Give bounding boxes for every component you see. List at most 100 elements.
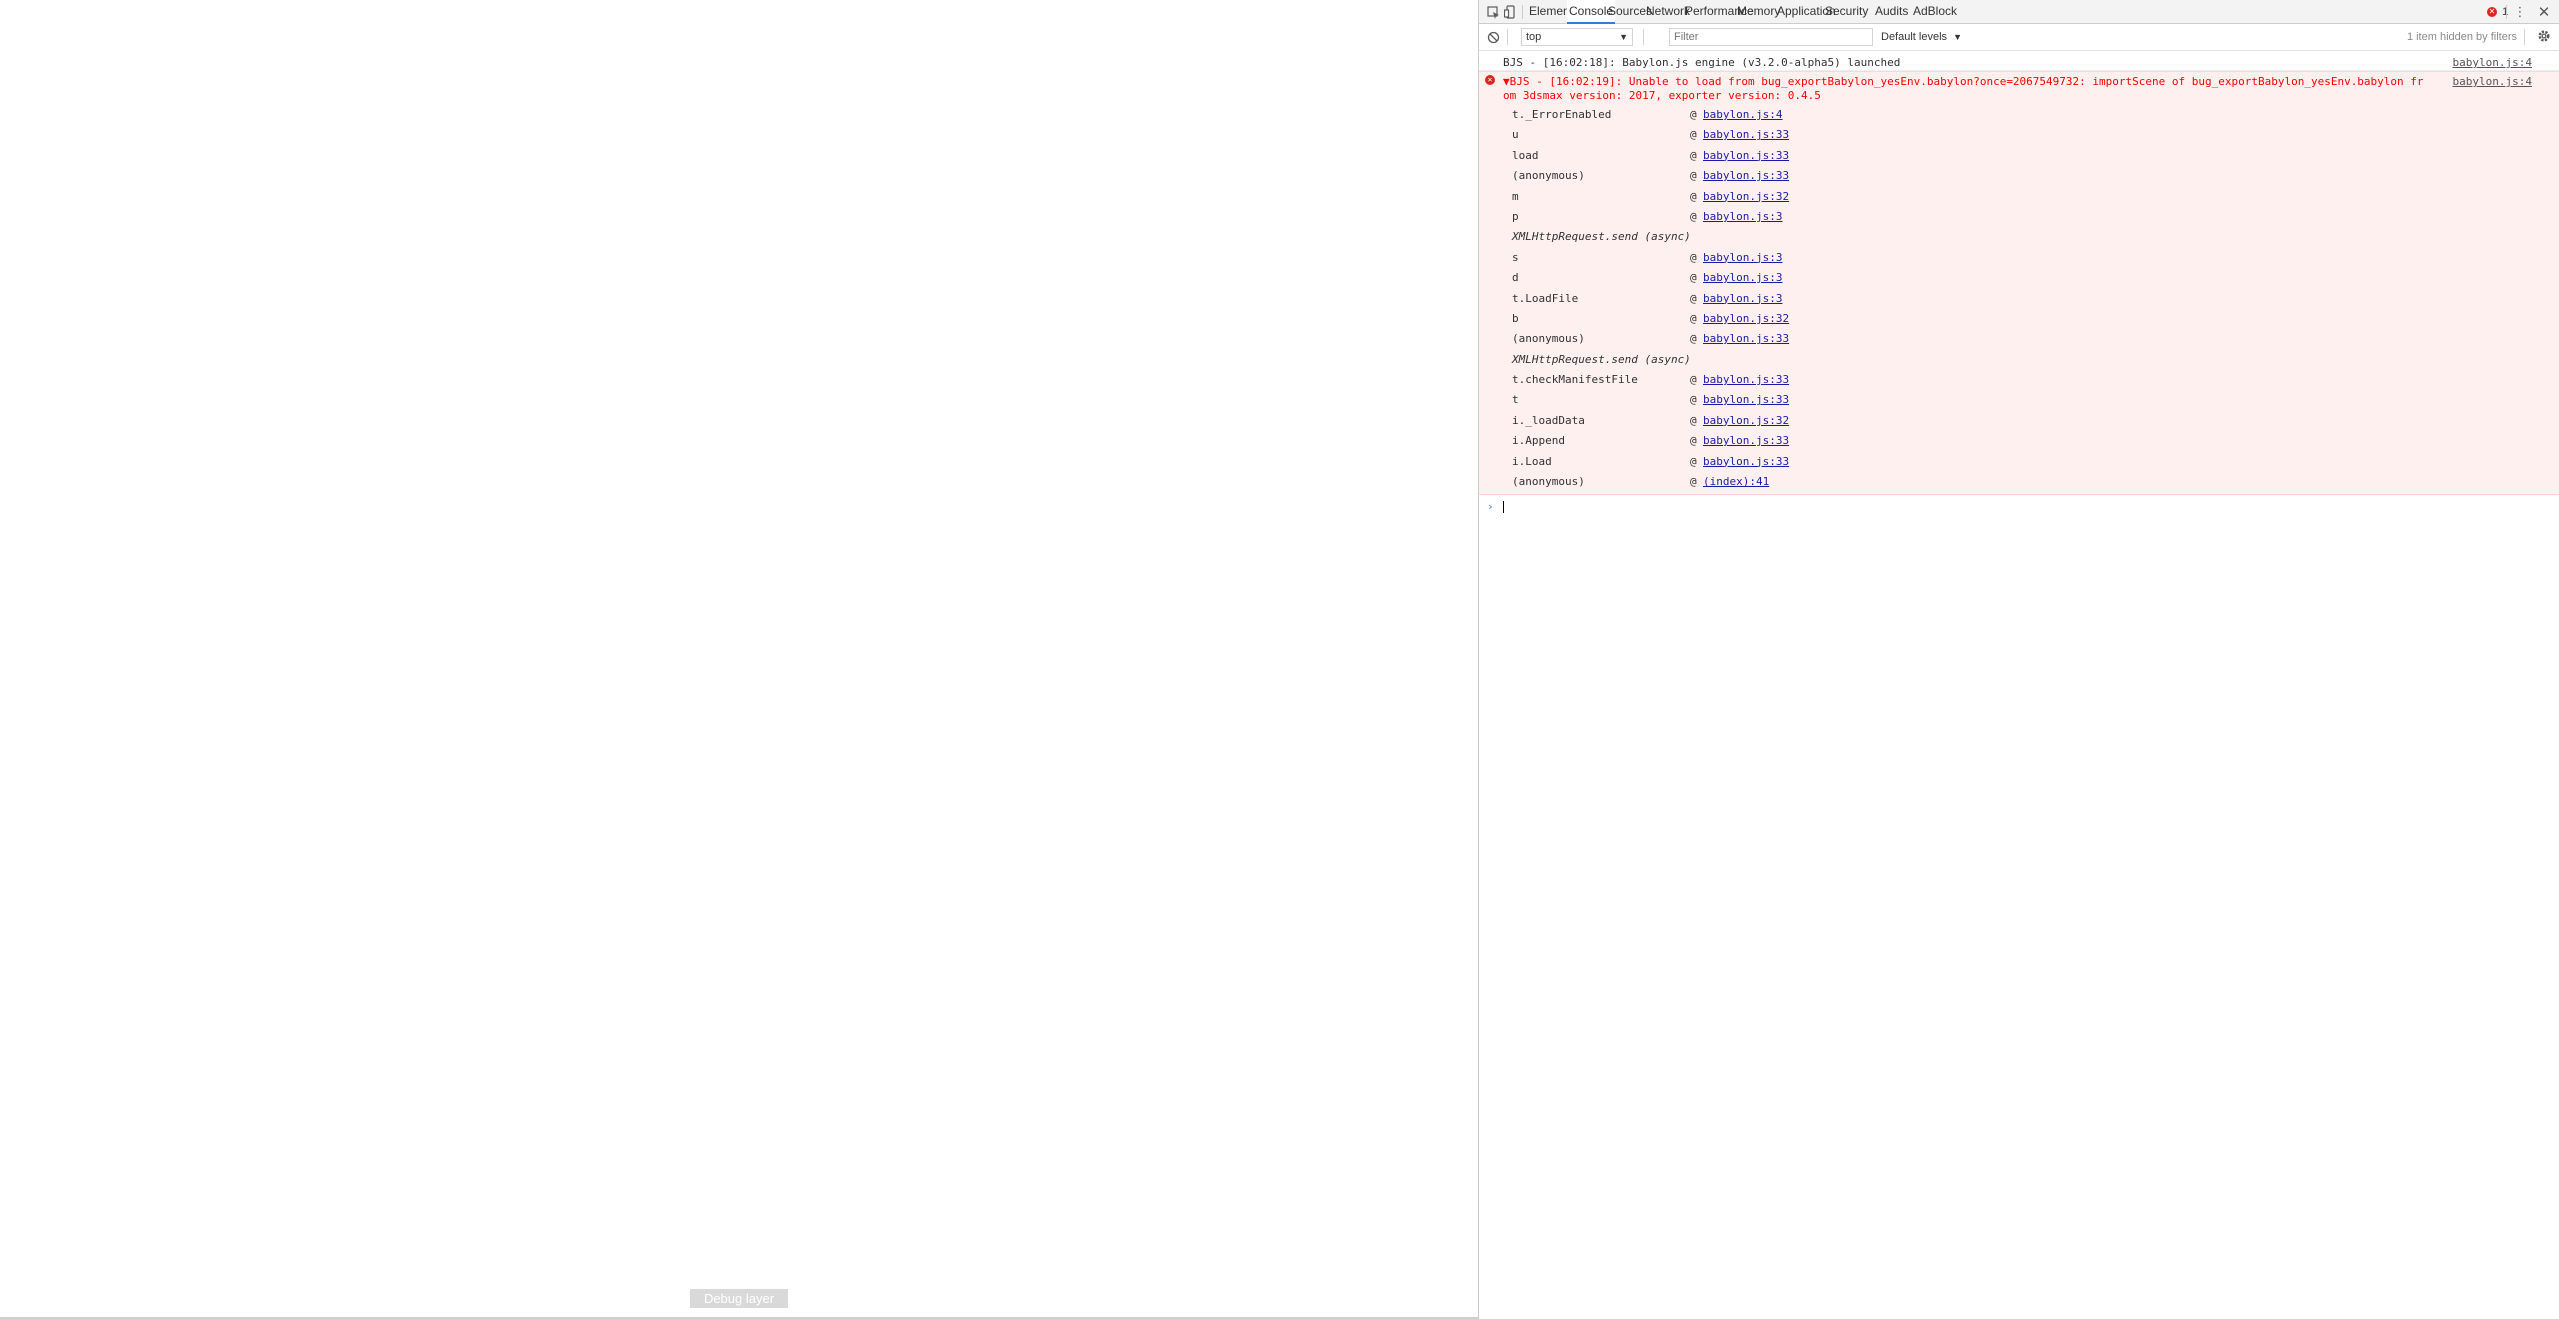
error-counter[interactable]: ✕ 1 <box>2487 5 2508 19</box>
more-vertical-icon[interactable]: ⋮ <box>2512 4 2528 20</box>
stack-frame: m @ babylon.js:32 <box>1479 187 2559 207</box>
frame-at: @ <box>1690 332 1697 346</box>
frame-at: @ <box>1690 148 1697 162</box>
error-source-link[interactable]: babylon.js:4 <box>2453 75 2532 89</box>
frame-function: t <box>1512 393 1519 407</box>
frame-source-link[interactable]: babylon.js:33 <box>1703 431 1789 451</box>
debug-layer-button[interactable]: Debug layer <box>690 1289 788 1308</box>
frame-source-link[interactable]: babylon.js:33 <box>1703 452 1789 472</box>
frame-function: i.Load <box>1512 454 1552 468</box>
error-text[interactable]: ▼BJS - [16:02:19]: Unable to load from b… <box>1479 72 2559 103</box>
frame-at: @ <box>1690 413 1697 427</box>
clear-console-icon[interactable] <box>1485 29 1501 45</box>
frame-function: p <box>1512 209 1519 223</box>
tab-security[interactable]: Security <box>1823 0 1870 23</box>
frame-function: (anonymous) <box>1512 332 1585 346</box>
frame-at: @ <box>1690 271 1697 285</box>
stack-frame: t._ErrorEnabled @ babylon.js:4 <box>1479 105 2559 125</box>
async-label: XMLHttpRequest.send (async) <box>1512 352 1691 366</box>
error-circle-icon: ✕ <box>1485 75 1495 85</box>
stack-frame: p @ babylon.js:3 <box>1479 207 2559 227</box>
frame-at: @ <box>1690 311 1697 325</box>
stack-frame: d @ babylon.js:3 <box>1479 268 2559 288</box>
stack-frame: load @ babylon.js:33 <box>1479 146 2559 166</box>
stack-frame: s @ babylon.js:3 <box>1479 248 2559 268</box>
stack-frame: b @ babylon.js:32 <box>1479 309 2559 329</box>
tab-adblock[interactable]: AdBlock <box>1911 0 1959 23</box>
filter-input[interactable] <box>1669 28 1873 46</box>
async-label: XMLHttpRequest.send (async) <box>1512 230 1691 244</box>
toolbar-divider <box>1643 29 1644 45</box>
chevron-down-icon: ▼ <box>1953 32 1963 42</box>
context-select[interactable]: top ▼ <box>1521 28 1633 46</box>
stack-frame: (anonymous) @ babylon.js:33 <box>1479 166 2559 186</box>
tab-audits[interactable]: Audits <box>1873 0 1910 23</box>
async-separator: XMLHttpRequest.send (async) <box>1479 227 2559 247</box>
frame-at: @ <box>1690 189 1697 203</box>
frame-at: @ <box>1690 209 1697 223</box>
stack-frame: i._loadData @ babylon.js:32 <box>1479 411 2559 431</box>
frame-function: t.LoadFile <box>1512 291 1579 305</box>
console-error-message: ✕ ▼BJS - [16:02:19]: Unable to load from… <box>1479 71 2559 496</box>
frame-at: @ <box>1690 128 1697 142</box>
frame-at: @ <box>1690 373 1697 387</box>
frame-function: t.checkManifestFile <box>1512 373 1638 387</box>
frame-function: i._loadData <box>1512 413 1585 427</box>
console-prompt[interactable]: › <box>1479 498 2559 516</box>
frame-source-link[interactable]: babylon.js:33 <box>1703 146 1789 166</box>
frame-function: s <box>1512 250 1519 264</box>
frame-function: u <box>1512 128 1519 142</box>
frame-source-link[interactable]: babylon.js:32 <box>1703 411 1789 431</box>
frame-source-link[interactable]: babylon.js:33 <box>1703 370 1789 390</box>
context-select-value: top <box>1526 31 1542 43</box>
toolbar-divider <box>2506 5 2507 19</box>
frame-at: @ <box>1690 291 1697 305</box>
log-text: BJS - [16:02:18]: Babylon.js engine (v3.… <box>1503 56 1901 69</box>
console-toolbar: top ▼ Default levels ▼ 1 item hidden by … <box>1479 24 2559 51</box>
frame-at: @ <box>1690 434 1697 448</box>
frame-source-link[interactable]: babylon.js:3 <box>1703 207 1782 227</box>
devtools-tabbar: Elements Console Sources Network Performance… <box>1479 0 2559 24</box>
frame-function: (anonymous) <box>1512 169 1585 183</box>
frame-source-link[interactable]: (index):41 <box>1703 472 1769 492</box>
log-levels-select[interactable]: Default levels ▼ <box>1881 28 1962 46</box>
log-source-link[interactable]: babylon.js:4 <box>2453 55 2532 70</box>
frame-source-link[interactable]: babylon.js:33 <box>1703 329 1789 349</box>
browser-window: Debug layer Elements Console Sources Networ… <box>0 0 2559 1319</box>
inspect-element-icon[interactable] <box>1485 4 1501 20</box>
stack-frame: t.LoadFile @ babylon.js:3 <box>1479 289 2559 309</box>
frame-at: @ <box>1690 250 1697 264</box>
frame-at: @ <box>1690 108 1697 121</box>
frame-source-link[interactable]: babylon.js:4 <box>1703 105 1782 125</box>
hidden-items-count: 1 item hidden by filters <box>2406 31 2517 43</box>
stack-frame: i.Append @ babylon.js:33 <box>1479 431 2559 451</box>
chevron-down-icon: ▼ <box>1619 32 1628 42</box>
text-caret <box>1503 501 1504 514</box>
frame-source-link[interactable]: babylon.js:33 <box>1703 390 1789 410</box>
frame-function: load <box>1512 148 1539 162</box>
page-viewport[interactable]: Debug layer <box>0 0 1478 1319</box>
prompt-chevron-icon: › <box>1487 500 1494 514</box>
frame-function: t._ErrorEnabled <box>1512 108 1612 121</box>
frame-source-link[interactable]: babylon.js:3 <box>1703 289 1782 309</box>
frame-source-link[interactable]: babylon.js:3 <box>1703 248 1782 268</box>
error-circle-icon: ✕ <box>2487 7 2497 18</box>
frame-source-link[interactable]: babylon.js:3 <box>1703 268 1782 288</box>
device-toolbar-icon[interactable] <box>1502 4 1518 20</box>
frame-source-link[interactable]: babylon.js:32 <box>1703 309 1789 329</box>
stack-frame: t.checkManifestFile @ babylon.js:33 <box>1479 370 2559 390</box>
close-icon[interactable]: ✕ <box>2536 3 2552 21</box>
frame-at: @ <box>1690 169 1697 183</box>
frame-function: d <box>1512 271 1519 285</box>
toolbar-divider <box>2524 29 2525 45</box>
frame-function: (anonymous) <box>1512 475 1585 489</box>
devtools-panel: Elements Console Sources Network Performance… <box>1478 0 2559 1319</box>
stack-frame: (anonymous) @ (index):41 <box>1479 472 2559 492</box>
frame-source-link[interactable]: babylon.js:32 <box>1703 187 1789 207</box>
gear-icon[interactable] <box>2536 28 2552 44</box>
frame-function: b <box>1512 311 1519 325</box>
frame-function: m <box>1512 189 1519 203</box>
frame-source-link[interactable]: babylon.js:33 <box>1703 125 1789 145</box>
frame-source-link[interactable]: babylon.js:33 <box>1703 166 1789 186</box>
stack-trace: t._ErrorEnabled @ babylon.js:4 u @ babylon.js… <box>1479 105 2559 492</box>
